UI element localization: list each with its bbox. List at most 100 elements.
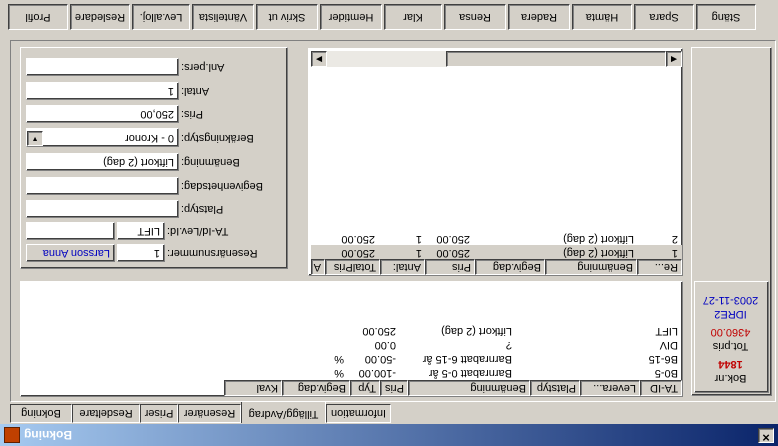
scroll-right-button[interactable]: ▶ (311, 51, 327, 67)
destination: IDRE2 (714, 308, 747, 320)
toolbar-lev-alloj-button[interactable]: Lev.alloj. (132, 4, 190, 30)
addon-col-re[interactable]: Re... (637, 259, 682, 275)
totpris-label: Tot.pris (712, 340, 749, 352)
platstyp-label: Platstyp: (181, 203, 224, 215)
benamning-label: Benämning: (181, 156, 240, 168)
toolbar-hamta-button[interactable]: Hämta (572, 4, 632, 30)
totpris-value: 4360.00 (710, 326, 751, 338)
antal-input[interactable]: 1 (26, 82, 179, 100)
resenarsnummer-input[interactable]: 1 (117, 244, 165, 262)
scroll-thumb[interactable] (446, 51, 666, 67)
avail-col-levera[interactable]: Levera... (580, 380, 640, 396)
available-cell-pris: -100.00 (358, 367, 396, 379)
addon-cell-antal: 1 (415, 247, 422, 259)
avail-col-typ[interactable]: Typ (350, 380, 380, 396)
available-cell-pris: 250.00 (362, 325, 396, 337)
avail-col-platstyp[interactable]: Platstyp (530, 380, 580, 396)
available-row[interactable]: DIV? 0.00 (22, 337, 682, 351)
available-grid[interactable]: TA-ID Levera... Platstyp Benämning Pris Typ Be… (20, 281, 683, 397)
addon-row[interactable]: 2 Liftkort (2 dag) 250.00 1 250.00 (311, 231, 682, 245)
tab-tillagg-avdrag[interactable]: Tillägg/Avdrag (241, 401, 326, 423)
tab-priser[interactable]: Priser (140, 404, 178, 423)
close-button[interactable]: ✕ (758, 428, 774, 443)
addon-col-benamning[interactable]: Benämning (545, 259, 637, 275)
booking-label: Bok.nr (714, 372, 747, 384)
available-cell-ta-id: LIFT (655, 325, 678, 337)
toolbar-vantelista-button[interactable]: Väntelista (192, 4, 254, 30)
addon-cell-pris: 250.00 (436, 233, 470, 245)
close-icon: ✕ (761, 431, 771, 442)
anl-pers-label: Anl.pers: (181, 61, 225, 73)
toolbar-klar-button[interactable]: Klar (384, 4, 442, 30)
addon-cell-pris: 250.00 (436, 247, 470, 259)
toolbar-stang-button[interactable]: Stäng (696, 4, 756, 30)
tab-information[interactable]: Information (326, 404, 391, 423)
toolbar-hemtider-button[interactable]: Hemtider (320, 4, 382, 30)
available-grid-header: TA-ID Levera... Platstyp Benämning Pris Typ Be… (224, 380, 682, 396)
available-cell-benamning: Barnrabatt 0-5 år (428, 367, 512, 379)
tab-resenarer[interactable]: Resenärer (178, 404, 241, 423)
addon-cell-benamning: Liftkort (2 dag) (563, 233, 634, 245)
available-cell-typ: % (334, 353, 344, 365)
addon-col-pris[interactable]: Pris (425, 259, 475, 275)
available-cell-benamning: ? (505, 339, 512, 351)
addon-col-totalpris[interactable]: TotalPris (325, 259, 380, 275)
window-title: Bokning (24, 428, 72, 442)
avail-col-begiv-dag[interactable]: Begiv.dag (282, 380, 350, 396)
avail-col-benamning[interactable]: Benämning (408, 380, 530, 396)
addon-cell-benamning: Liftkort (2 dag) (563, 247, 634, 259)
toolbar-profil-button[interactable]: Profil (8, 4, 68, 30)
tab-resdeltare[interactable]: Resdeltare (72, 404, 140, 423)
pris-input[interactable]: 250,00 (26, 105, 179, 123)
addon-row[interactable]: 1 Liftkort (2 dag) 250.00 1 250.00 (311, 245, 682, 259)
tab-bokning[interactable]: Bokning (10, 404, 72, 423)
addon-col-antal[interactable]: Antal: (380, 259, 425, 275)
summary-panel: Bok.nr 1844 Tot.pris 4360.00 IDRE2 2003-… (691, 47, 772, 396)
available-row[interactable]: B0-5 Barnrabatt 0-5 år -100.00% (22, 365, 682, 379)
resenarsnummer-label: Resenärsnummer: (167, 247, 258, 259)
toolbar-rensa-button[interactable]: Rensa (444, 4, 506, 30)
toolbar-spara-button[interactable]: Spara (634, 4, 694, 30)
addon-cell-totalpris: 250.00 (341, 233, 375, 245)
addon-col-begiv-dag[interactable]: Begiv.dag (475, 259, 545, 275)
available-cell-benamning: Barnrabatt 6-15 år (422, 353, 512, 365)
ta-id-input[interactable]: LIFT (117, 222, 165, 240)
toolbar-radera-button[interactable]: Radera (508, 4, 570, 30)
benamning-input[interactable]: Liftkort (2 dag) (26, 153, 179, 171)
addon-cell-totalpris: 250.00 (341, 247, 375, 259)
title-bar: Bokning ✕ (0, 424, 778, 446)
addon-cell-antal: 1 (415, 233, 422, 245)
addon-col-a[interactable]: A (311, 259, 325, 275)
ta-id-lev-id-label: TA-Id/Lev.Id: (167, 225, 229, 237)
addon-grid[interactable]: Re... Benämning Begiv.dag Pris Antal: TotalPr… (308, 48, 683, 276)
berakningstyp-label: Beräkningstyp: (181, 132, 254, 144)
available-cell-typ: % (334, 367, 344, 379)
platstyp-input[interactable] (26, 200, 179, 218)
lev-id-input[interactable] (26, 222, 115, 240)
begivenhetsdag-input[interactable] (26, 177, 179, 195)
available-cell-ta-id: B6-15 (648, 353, 678, 365)
booking-date: 2003-11-27 (702, 294, 759, 306)
berakningstyp-select[interactable]: 0 - Kronor ▼ (26, 128, 179, 147)
available-row[interactable]: LIFT Liftkort (2 dag) 250.00 (22, 323, 682, 337)
berakningstyp-value: 0 - Kronor (125, 132, 174, 144)
available-cell-ta-id: DIV (659, 339, 678, 351)
addon-grid-header: Re... Benämning Begiv.dag Pris Antal: TotalPr… (311, 259, 682, 275)
available-cell-pris: 0.00 (374, 339, 396, 351)
anl-pers-input[interactable] (26, 58, 179, 76)
available-cell-benamning: Liftkort (2 dag) (441, 325, 512, 337)
available-cell-ta-id: B0-5 (654, 367, 678, 379)
available-grid-body: B0-5 Barnrabatt 0-5 år -100.00% B6-15 Barnra… (22, 289, 682, 379)
available-cell-pris: -50.00 (364, 353, 396, 365)
toolbar-skriv-ut-button[interactable]: Skriv ut (256, 4, 318, 30)
avail-col-kval[interactable]: Kval (224, 380, 282, 396)
available-row[interactable]: B6-15 Barnrabatt 6-15 år -50.00% (22, 351, 682, 365)
avail-col-ta-id[interactable]: TA-ID (640, 380, 682, 396)
dropdown-arrow-icon[interactable]: ▼ (27, 131, 43, 146)
addon-grid-body: 1 Liftkort (2 dag) 250.00 1 250.00 2 Liftkort … (311, 219, 682, 259)
avail-col-pris[interactable]: Pris (380, 380, 408, 396)
app-icon (4, 427, 20, 443)
addon-grid-hscrollbar[interactable]: ◀ ▶ (311, 51, 682, 67)
toolbar-resledare-button[interactable]: Resledare (70, 4, 130, 30)
scroll-left-button[interactable]: ◀ (666, 51, 682, 67)
